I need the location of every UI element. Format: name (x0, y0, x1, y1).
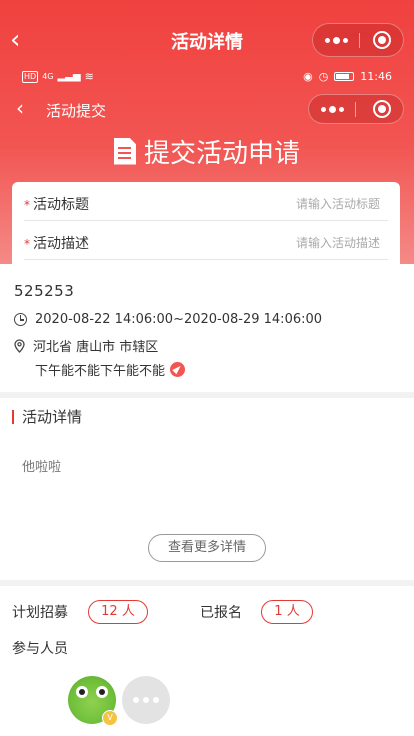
location-row: 河北省 唐山市 市辖区 (14, 336, 158, 355)
required-mark: * (24, 198, 30, 212)
form-label-description: * 活动描述 (24, 233, 89, 253)
detail-section-title: 活动详情 (12, 410, 82, 425)
submit-heading-text: 提交活动申请 (143, 138, 300, 169)
top-nav-bar: ‹ 活动详情 (0, 18, 414, 62)
avatar-eye (76, 686, 88, 698)
enrolled-count-badge: 1 人 (261, 600, 313, 624)
participants-label: 参与人员 (12, 641, 68, 657)
activity-location: 河北省 唐山市 市辖区 (33, 340, 159, 355)
submit-form-card: * 活动标题 请输入活动标题 * 活动描述 请输入活动描述 (12, 182, 400, 264)
inner-more-icon[interactable] (309, 95, 355, 123)
detail-body: 他啦啦 (22, 460, 62, 475)
form-label-title-text: 活动标题 (33, 197, 89, 213)
avatar-eye (96, 686, 108, 698)
hd-icon: HD (22, 70, 39, 83)
title-input-placeholder[interactable]: 请输入活动标题 (296, 195, 380, 212)
page: ‹ 活动详情 HD 4G ▂▃▅ ≋ ◉ ◷ 11:46 ‹ 活动提交 提交活动… (0, 0, 414, 736)
clock-icon (14, 313, 27, 326)
datetime-row: 2020-08-22 14:06:00~2020-08-29 14:06:00 (14, 312, 322, 327)
header-background: ‹ 活动详情 HD 4G ▂▃▅ ≋ ◉ ◷ 11:46 ‹ 活动提交 提交活动… (0, 0, 414, 264)
required-mark: * (24, 237, 30, 251)
vip-badge-icon: V (102, 710, 118, 726)
inner-nav-bar: ‹ 活动提交 (0, 92, 414, 128)
form-label-description-text: 活动描述 (33, 236, 89, 252)
form-row-description[interactable]: * 活动描述 请输入活动描述 (24, 222, 388, 260)
alarm-icon: ◷ (318, 70, 329, 83)
submit-heading: 提交活动申请 (0, 132, 414, 170)
wifi-icon: ≋ (84, 70, 94, 83)
avatar[interactable]: V (68, 676, 118, 726)
activity-address: 下午能不能下午能不能 (35, 364, 166, 379)
form-label-title: * 活动标题 (24, 194, 89, 214)
planned-count-badge: 12 人 (88, 600, 148, 624)
inner-close-target-icon[interactable] (373, 100, 391, 118)
planned-label: 计划招募 (12, 605, 68, 621)
activity-datetime: 2020-08-22 14:06:00~2020-08-29 14:06:00 (35, 312, 323, 327)
form-row-title[interactable]: * 活动标题 请输入活动标题 (24, 183, 388, 221)
battery-icon (334, 72, 355, 81)
activity-id: 525253 (14, 282, 75, 300)
view-more-button[interactable]: 查看更多详情 (148, 534, 266, 562)
document-icon (113, 137, 136, 165)
location-pin-icon (14, 338, 25, 353)
description-input-placeholder[interactable]: 请输入活动描述 (296, 234, 380, 251)
close-target-icon[interactable] (373, 31, 391, 49)
activity-content: 525253 2020-08-22 14:06:00~2020-08-29 14… (0, 264, 414, 736)
inner-capsule (308, 94, 404, 124)
more-icon[interactable] (313, 24, 359, 56)
network-label: 4G (42, 72, 54, 81)
mini-program-capsule (312, 23, 404, 57)
inner-back-icon[interactable]: ‹ (16, 94, 24, 122)
section-divider (0, 580, 414, 586)
status-time: 11:46 (360, 70, 392, 83)
navigation-icon[interactable] (170, 362, 186, 377)
eye-icon: ◉ (303, 70, 313, 83)
more-participants-button[interactable] (122, 676, 170, 724)
section-divider (0, 392, 414, 398)
inner-page-title: 活动提交 (46, 102, 107, 120)
signal-icon: ▂▃▅ (57, 71, 81, 82)
enrolled-label: 已报名 (200, 605, 242, 621)
address-row[interactable]: 下午能不能下午能不能 (35, 360, 186, 379)
status-bar: HD 4G ▂▃▅ ≋ ◉ ◷ 11:46 (0, 66, 414, 88)
